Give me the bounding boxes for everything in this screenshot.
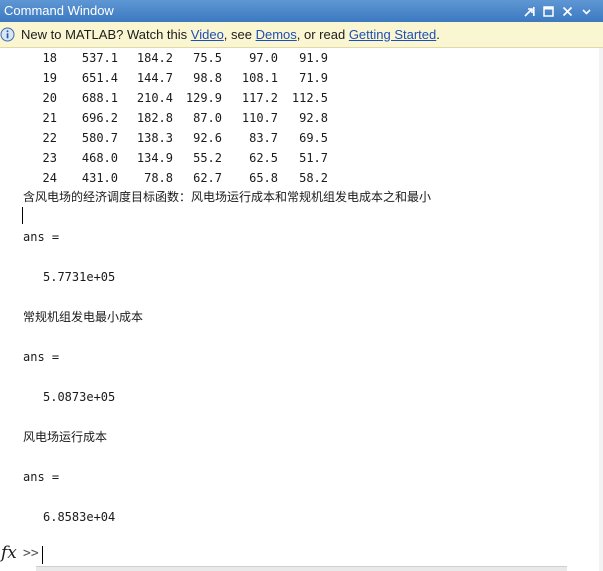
table-cell: 184.2	[136, 51, 173, 65]
command-prompt: >>	[23, 546, 39, 561]
table-cell: 134.9	[136, 151, 173, 165]
ans-value-2: 5.0873e+05	[43, 390, 116, 404]
info-suffix: .	[436, 27, 440, 42]
table-cell: 651.4	[81, 71, 118, 85]
table-cell: 110.7	[241, 111, 278, 125]
table-cell: 55.2	[193, 151, 222, 165]
info-icon	[0, 27, 15, 42]
text-cursor	[22, 207, 23, 224]
window-title: Command Window	[4, 3, 114, 18]
table-cell: 87.0	[193, 111, 222, 125]
ans-value-1: 5.7731e+05	[43, 270, 116, 284]
vertical-scrollbar[interactable]	[599, 48, 603, 571]
table-cell: 22	[42, 131, 57, 145]
table-cell: 92.6	[193, 131, 222, 145]
table-cell: 144.7	[136, 71, 173, 85]
console-output[interactable]: 18 537.1 184.2 75.5 97.0 91.9 19 651.4 144.7 98.8…	[18, 48, 599, 570]
output-heading-2: 常规机组发电最小成本	[23, 310, 144, 324]
table-cell: 23	[42, 151, 57, 165]
table-cell: 18	[42, 51, 57, 65]
table-cell: 112.5	[291, 91, 328, 105]
table-cell: 51.7	[299, 151, 328, 165]
table-cell: 537.1	[81, 51, 118, 65]
table-cell: 20	[42, 91, 57, 105]
output-heading-1: 含风电场的经济调度目标函数：风电场运行成本和常规机组发电成本之和最小	[23, 190, 432, 204]
getting-started-link[interactable]: Getting Started	[349, 27, 436, 42]
table-cell: 92.8	[299, 111, 328, 125]
table-cell: 688.1	[81, 91, 118, 105]
table-cell: 468.0	[81, 151, 118, 165]
undock-icon[interactable]	[523, 5, 536, 18]
table-cell: 182.8	[136, 111, 173, 125]
title-bar: Command Window	[0, 0, 603, 22]
table-cell: 108.1	[241, 71, 278, 85]
table-cell: 69.5	[299, 131, 328, 145]
table-cell: 97.0	[249, 51, 278, 65]
table-cell: 98.8	[193, 71, 222, 85]
table-cell: 129.9	[185, 91, 222, 105]
table-cell: 24	[42, 171, 57, 185]
ans-label-1: ans =	[23, 230, 60, 244]
table-cell: 83.7	[249, 131, 278, 145]
table-cell: 62.5	[249, 151, 278, 165]
table-cell: 21	[42, 111, 57, 125]
table-cell: 580.7	[81, 131, 118, 145]
ans-label-3: ans =	[23, 470, 60, 484]
window-controls	[523, 3, 593, 19]
table-cell: 58.2	[299, 171, 328, 185]
video-link[interactable]: Video	[191, 27, 224, 42]
table-cell: 431.0	[81, 171, 118, 185]
fx-icon[interactable]: fx	[1, 543, 17, 563]
table-cell: 19	[42, 71, 57, 85]
table-cell: 138.3	[136, 131, 173, 145]
table-cell: 75.5	[193, 51, 222, 65]
info-prefix: New to MATLAB? Watch this	[21, 27, 191, 42]
demos-link[interactable]: Demos	[256, 27, 297, 42]
table-cell: 210.4	[136, 91, 173, 105]
info-bar: New to MATLAB? Watch this Video, see Dem…	[0, 22, 603, 48]
table-cell: 696.2	[81, 111, 118, 125]
command-input-caret[interactable]	[42, 546, 43, 564]
table-cell: 62.7	[193, 171, 222, 185]
options-chevron-icon[interactable]	[580, 5, 593, 18]
table-cell: 117.2	[241, 91, 278, 105]
output-heading-3: 风电场运行成本	[23, 430, 108, 444]
info-sep2: , or read	[296, 27, 349, 42]
table-cell: 65.8	[249, 171, 278, 185]
ans-label-2: ans =	[23, 350, 60, 364]
table-cell: 78.8	[144, 171, 173, 185]
matlab-command-window: Command Window New to MATLAB? Watch this…	[0, 0, 603, 571]
table-cell: 91.9	[299, 51, 328, 65]
table-cell: 71.9	[299, 71, 328, 85]
info-sep1: , see	[223, 27, 256, 42]
info-message: New to MATLAB? Watch this Video, see Dem…	[21, 27, 440, 43]
maximize-icon[interactable]	[542, 5, 555, 18]
close-icon[interactable]	[561, 5, 574, 18]
ans-value-3: 6.8583e+04	[43, 510, 116, 524]
horizontal-scrollbar[interactable]	[36, 566, 567, 571]
